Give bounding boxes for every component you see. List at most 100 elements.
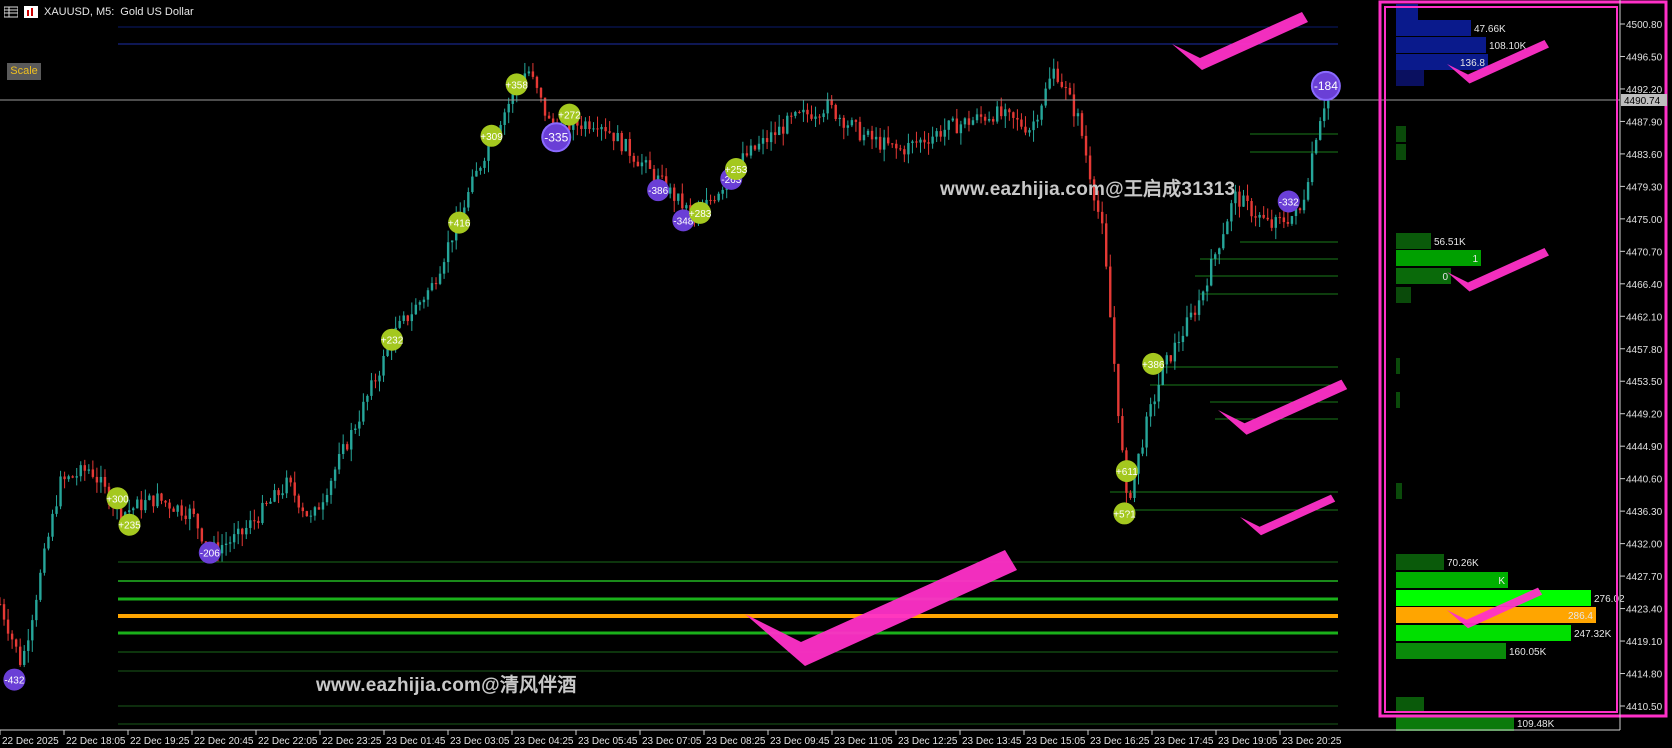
- time-tick-label: 22 Dec 18:05: [66, 736, 126, 747]
- candle-body: [1016, 117, 1019, 120]
- candle-body: [507, 103, 510, 113]
- price-tick-label: 4483.60: [1626, 150, 1663, 161]
- volume-bar: [1396, 70, 1424, 86]
- candle-body: [0, 604, 2, 606]
- candle-body: [301, 507, 304, 512]
- candle-body: [786, 115, 789, 134]
- candle-body: [273, 490, 276, 502]
- price-tick-label: 4436.30: [1626, 507, 1663, 518]
- price-tick-label: 4414.80: [1626, 670, 1663, 681]
- candle-body: [632, 155, 636, 162]
- candle-body: [285, 477, 288, 494]
- candle-body: [887, 137, 890, 144]
- candle-body: [757, 143, 761, 150]
- candle-body: [1080, 113, 1084, 136]
- candle-body: [430, 283, 434, 291]
- badge-label: +300: [106, 494, 129, 505]
- candle-body: [442, 262, 446, 274]
- menu-icon[interactable]: [4, 6, 18, 18]
- time-tick-label: 23 Dec 04:25: [514, 736, 574, 747]
- candle-body: [878, 136, 882, 150]
- candle-body: [47, 536, 50, 549]
- candle-body: [1028, 130, 1031, 133]
- badge-label: +283: [689, 209, 712, 220]
- volume-label: 47.66K: [1474, 24, 1506, 35]
- candle-body: [1084, 135, 1088, 156]
- candle-body: [305, 511, 309, 517]
- time-tick-label: 23 Dec 08:25: [706, 736, 766, 747]
- candle-body: [18, 646, 22, 665]
- candle-body: [814, 116, 817, 119]
- badge-label: +309: [480, 132, 503, 143]
- candle-body: [1008, 109, 1011, 113]
- candle-body: [648, 160, 652, 169]
- candle-body: [685, 205, 688, 209]
- candle-body: [1129, 492, 1132, 498]
- candle-body: [580, 125, 583, 129]
- candle-body: [1298, 208, 1302, 211]
- chart-bar-icon[interactable]: [24, 6, 38, 18]
- candle-body: [329, 480, 333, 495]
- candle-body: [471, 176, 474, 193]
- candle-body: [951, 118, 955, 121]
- candle-body: [164, 500, 167, 503]
- candle-body: [253, 520, 256, 522]
- time-tick-label: 23 Dec 05:45: [578, 736, 638, 747]
- candle-body: [983, 116, 987, 121]
- badge-label: -432: [4, 676, 24, 687]
- candle-body: [600, 127, 603, 130]
- candle-body: [838, 117, 841, 120]
- price-tick-label: 4479.30: [1626, 182, 1663, 193]
- candle-body: [1238, 191, 1241, 207]
- candle-body: [374, 380, 377, 382]
- candle-body: [903, 149, 906, 155]
- candle-body: [899, 148, 902, 150]
- candle-body: [446, 242, 450, 263]
- candle-body: [911, 141, 914, 144]
- candle-body: [136, 499, 139, 509]
- scale-button[interactable]: Scale: [7, 63, 41, 80]
- time-tick-label: 23 Dec 11:05: [834, 736, 893, 747]
- candle-body: [826, 99, 829, 114]
- candle-body: [1214, 254, 1217, 259]
- volume-bar: [1396, 358, 1400, 374]
- candle-body: [261, 502, 264, 523]
- candle-body: [406, 315, 409, 322]
- chart-canvas[interactable]: 47.66K108.10K136.856.51K1070.26KK276.022…: [0, 0, 1672, 748]
- time-tick-label: 23 Dec 17:45: [1154, 736, 1214, 747]
- candle-body: [1032, 121, 1035, 131]
- time-tick-label: 23 Dec 13:45: [962, 736, 1022, 747]
- candle-body: [616, 132, 619, 142]
- candle-body: [588, 121, 591, 130]
- candle-body: [834, 104, 837, 120]
- candle-body: [1121, 416, 1124, 451]
- candle-body: [1153, 401, 1156, 405]
- candle-body: [220, 545, 224, 554]
- candle-body: [1064, 86, 1068, 88]
- candle-body: [753, 145, 757, 150]
- volume-bar: [1396, 287, 1411, 303]
- candle-body: [1012, 112, 1015, 118]
- price-tick-label: 4410.50: [1626, 702, 1663, 713]
- candle-body: [6, 619, 10, 634]
- candle-body: [1230, 203, 1233, 222]
- candle-body: [1109, 266, 1112, 318]
- volume-label: 136.8: [1460, 58, 1485, 69]
- candle-body: [1044, 88, 1047, 106]
- price-tick-label: 4453.50: [1626, 377, 1663, 388]
- candle-body: [1270, 219, 1273, 228]
- badge-sell-18: -332: [1277, 190, 1300, 213]
- symbol-description: Gold US Dollar: [120, 6, 194, 18]
- candle-body: [535, 76, 539, 88]
- current-price-label: 4490.74: [1624, 96, 1661, 107]
- badge-label: +358: [505, 80, 528, 91]
- candle-body: [673, 187, 676, 201]
- volume-label: 247.32K: [1574, 629, 1612, 640]
- candle-body: [75, 476, 78, 478]
- candle-body: [366, 395, 369, 402]
- candle-body: [681, 193, 684, 209]
- candle-body: [43, 548, 46, 573]
- candle-body: [874, 136, 878, 140]
- candle-body: [1072, 94, 1076, 117]
- candle-body: [1242, 195, 1245, 207]
